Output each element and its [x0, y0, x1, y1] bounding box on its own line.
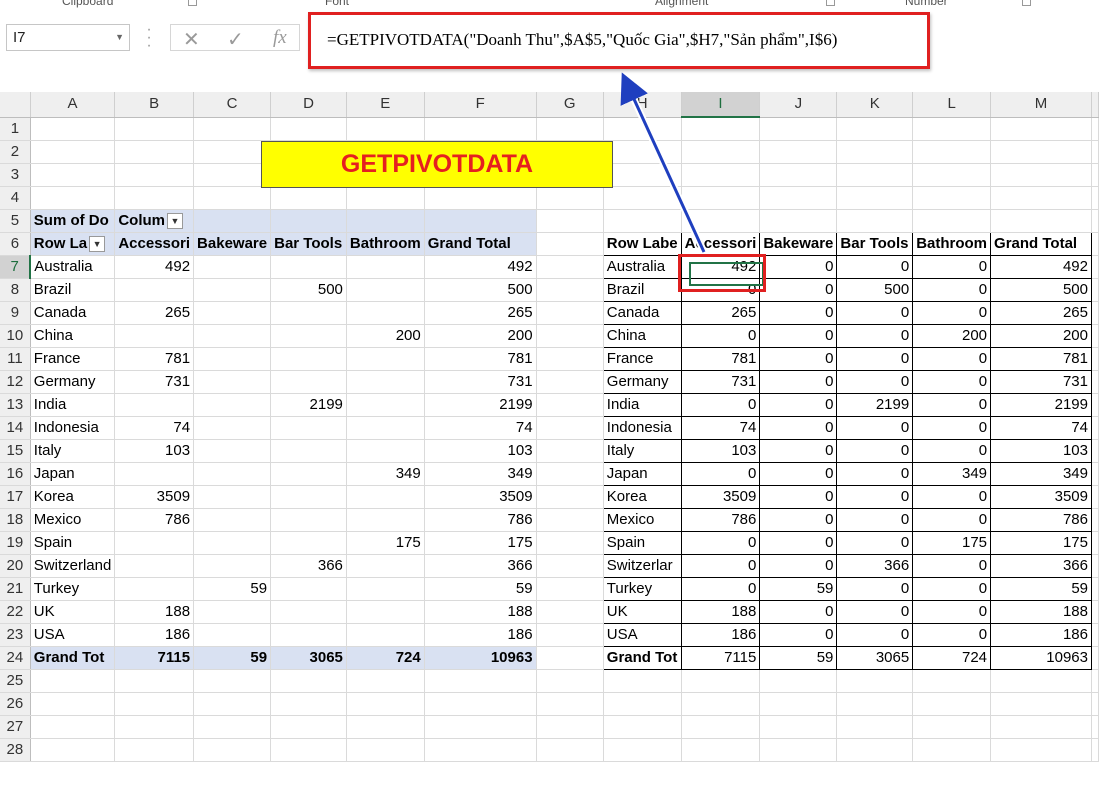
arrow-icon — [620, 72, 708, 254]
